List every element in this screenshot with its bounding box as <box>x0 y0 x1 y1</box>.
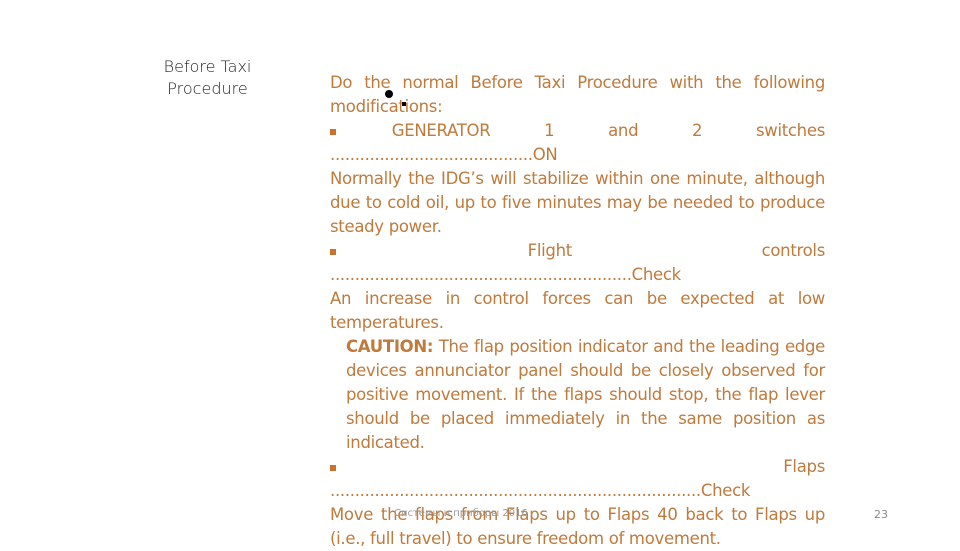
flight-controls-note: An increase in control forces can be exp… <box>330 289 825 332</box>
flaps-dots: ........................................… <box>330 481 751 500</box>
section-title: Before Taxi Procedure <box>140 56 275 100</box>
checklist-item-generator: GENERATOR 1 and 2 switches <box>330 119 825 143</box>
section-title-line2: Procedure <box>167 79 248 98</box>
caution-label: CAUTION: <box>346 337 434 356</box>
checklist-item-flaps: Flaps <box>330 455 825 479</box>
checklist-item-flight-controls: Flight controls <box>330 239 825 263</box>
page-number: 23 <box>874 508 888 521</box>
generator-dots: ........................................… <box>330 145 558 164</box>
bullet-icon <box>330 248 336 255</box>
generator-note: Normally the IDG’s will stabilize within… <box>330 169 825 236</box>
bullet-icon <box>330 128 336 135</box>
bullet-icon <box>330 464 336 471</box>
section-title-line1: Before Taxi <box>163 57 252 76</box>
flight-controls-label: Flight controls <box>527 241 826 260</box>
caution-paragraph: CAUTION: The flap position indicator and… <box>330 335 825 455</box>
footer-text: Системы и приборы 2016 <box>394 508 528 519</box>
procedure-body: Do the normal Before Taxi Procedure with… <box>330 71 825 551</box>
flaps-label: Flaps <box>783 457 825 476</box>
intro-paragraph: Do the normal Before Taxi Procedure with… <box>330 73 825 116</box>
generator-label: GENERATOR 1 and 2 switches <box>391 121 826 140</box>
flight-controls-dots: ........................................… <box>330 265 681 284</box>
small-dot-marker <box>402 102 406 106</box>
pointer-dot-marker <box>385 90 393 98</box>
